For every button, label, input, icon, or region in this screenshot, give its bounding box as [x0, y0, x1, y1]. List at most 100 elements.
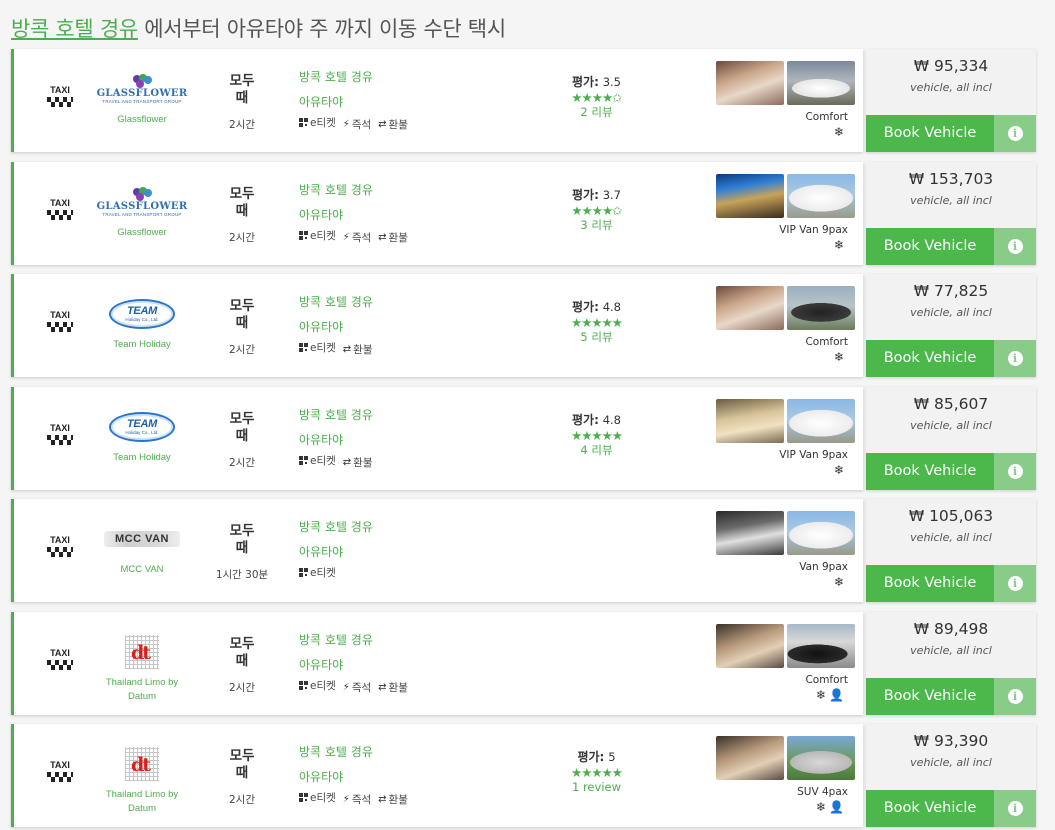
- logo-wordmark: dt: [131, 642, 151, 664]
- vehicle-exterior-photo[interactable]: [787, 286, 855, 330]
- reviews-link[interactable]: 2 리뷰: [554, 105, 639, 120]
- book-vehicle-button[interactable]: Book Vehicle: [866, 340, 994, 377]
- route-from[interactable]: 방콕 호텔 경유: [299, 515, 373, 540]
- company-name[interactable]: Glassflower: [94, 226, 190, 240]
- book-vehicle-button[interactable]: Book Vehicle: [866, 790, 994, 827]
- company-logo[interactable]: dt: [102, 744, 182, 784]
- book-vehicle-button[interactable]: Book Vehicle: [866, 565, 994, 602]
- book-vehicle-button[interactable]: Book Vehicle: [866, 678, 994, 715]
- route-to[interactable]: 아유타야: [299, 765, 373, 790]
- feature-refund: ⇄ 환불: [343, 342, 373, 357]
- route-from[interactable]: 방콕 호텔 경유: [299, 178, 373, 203]
- page-title: 방콕 호텔 경유 에서부터 아유타야 주 까지 이동 수단 택시: [11, 13, 506, 43]
- route-to[interactable]: 아유타야: [299, 540, 373, 565]
- route-from[interactable]: 방콕 호텔 경유: [299, 628, 373, 653]
- reviews-link[interactable]: 1 review: [554, 780, 639, 795]
- listing-card[interactable]: TAXI dt Thailand Limo by Datum 모두 때 2시간 방콕 호텔…: [11, 724, 863, 827]
- taxi-checker-pattern: [47, 547, 73, 557]
- info-button[interactable]: i: [994, 565, 1036, 602]
- route-from[interactable]: 방콕 호텔 경유: [299, 403, 373, 428]
- vehicle-interior-photo[interactable]: [716, 736, 784, 780]
- listing-card[interactable]: TAXI GLASSFLOWER TRAVEL AND TRANSPORT GROU…: [11, 49, 863, 152]
- feature-list: e티켓 ⚡ 즉석 ⇄ 환불: [299, 228, 415, 245]
- info-button[interactable]: i: [994, 453, 1036, 490]
- route-from[interactable]: 방콕 호텔 경유: [299, 740, 373, 765]
- taxi-label: TAXI: [50, 310, 70, 320]
- company-name[interactable]: MCC VAN: [94, 563, 190, 577]
- lightning-icon: ⚡: [342, 682, 350, 693]
- book-vehicle-button[interactable]: Book Vehicle: [866, 115, 994, 152]
- route-to[interactable]: 아유타야: [299, 90, 373, 115]
- route-to[interactable]: 아유타야: [299, 653, 373, 678]
- taxi-checker-pattern: [47, 322, 73, 332]
- feature-label: 즉석: [351, 119, 372, 131]
- feature-refund: ⇄ 환불: [378, 792, 408, 807]
- listing-card[interactable]: TAXI dt Thailand Limo by Datum 모두 때 2시간 방콕 호텔…: [11, 612, 863, 715]
- listing-card[interactable]: TAXI MCC VAN MCC VAN 모두 때 1시간 30분 방콕 호텔 경유 아유타…: [11, 499, 863, 602]
- vehicle-exterior-photo[interactable]: [787, 736, 855, 780]
- reviews-link[interactable]: 5 리뷰: [554, 330, 639, 345]
- company-name[interactable]: Team Holiday: [94, 338, 190, 352]
- listing-card[interactable]: TAXI TEAM Holiday Co., Ltd. Team Holiday 모두 …: [11, 387, 863, 490]
- route-to[interactable]: 아유타야: [299, 203, 373, 228]
- company-logo[interactable]: TEAM Holiday Co., Ltd.: [102, 407, 182, 447]
- logo-tagline: TRAVEL AND TRANSPORT GROUP: [102, 98, 182, 104]
- listing-row: TAXI dt Thailand Limo by Datum 모두 때 2시간 방콕 호텔…: [11, 612, 1036, 715]
- vehicle-exterior-photo[interactable]: [787, 399, 855, 443]
- info-icon: i: [1007, 239, 1023, 254]
- rating-line: 평가: 3.5: [554, 73, 639, 90]
- info-button[interactable]: i: [994, 678, 1036, 715]
- lightning-icon: ⚡: [342, 119, 350, 130]
- listing-row: TAXI TEAM Holiday Co., Ltd. Team Holiday 모두 …: [11, 274, 1036, 377]
- route-to[interactable]: 아유타야: [299, 315, 373, 340]
- origin-link[interactable]: 방콕 호텔 경유: [11, 17, 138, 41]
- listing-card[interactable]: TAXI GLASSFLOWER TRAVEL AND TRANSPORT GROU…: [11, 162, 863, 265]
- trip-duration: 2시간: [228, 119, 255, 131]
- vehicle-exterior-photo[interactable]: [787, 174, 855, 218]
- feature-refund: ⇄ 환불: [343, 455, 373, 470]
- vehicle-exterior-photo[interactable]: [787, 624, 855, 668]
- book-vehicle-button[interactable]: Book Vehicle: [866, 228, 994, 265]
- company-logo[interactable]: dt: [102, 632, 182, 672]
- reviews-link[interactable]: 4 리뷰: [554, 443, 639, 458]
- vehicle-type: VIP Van 9pax: [779, 449, 848, 461]
- trip-duration: 2시간: [228, 344, 255, 356]
- company-logo[interactable]: GLASSFLOWER TRAVEL AND TRANSPORT GROUP: [97, 69, 187, 109]
- company-name[interactable]: Glassflower: [94, 113, 190, 127]
- info-button[interactable]: i: [994, 115, 1036, 152]
- info-button[interactable]: i: [994, 228, 1036, 265]
- info-button[interactable]: i: [994, 340, 1036, 377]
- company-name[interactable]: Team Holiday: [94, 451, 190, 465]
- book-vehicle-button[interactable]: Book Vehicle: [866, 453, 994, 490]
- info-button[interactable]: i: [994, 790, 1036, 827]
- vehicle-interior-photo[interactable]: [716, 624, 784, 668]
- driver-icon: 👤: [829, 688, 844, 702]
- route-from[interactable]: 방콕 호텔 경유: [299, 290, 373, 315]
- taxi-checker-pattern: [47, 210, 73, 220]
- feature-instant: ⚡ 즉석: [343, 680, 371, 695]
- price-note: vehicle, all incl: [910, 419, 992, 432]
- company-name[interactable]: Thailand Limo by Datum: [94, 676, 190, 704]
- amenities: ❄ 👤: [714, 688, 844, 702]
- vehicle-interior-photo[interactable]: [716, 61, 784, 105]
- exchange-arrows-icon: ⇄: [378, 119, 387, 130]
- vehicle-interior-photo[interactable]: [716, 399, 784, 443]
- company-logo[interactable]: TEAM Holiday Co., Ltd.: [102, 294, 182, 334]
- company-logo[interactable]: MCC VAN: [102, 519, 182, 559]
- reviews-link[interactable]: 3 리뷰: [554, 218, 639, 233]
- vehicle-interior-photo[interactable]: [716, 286, 784, 330]
- company-logo[interactable]: GLASSFLOWER TRAVEL AND TRANSPORT GROUP: [97, 182, 187, 222]
- taxi-icon: TAXI: [44, 310, 76, 332]
- feature-eticket: e티켓: [299, 340, 336, 355]
- lightning-icon: ⚡: [342, 794, 350, 805]
- feature-refund: ⇄ 환불: [378, 230, 408, 245]
- vehicle-interior-photo[interactable]: [716, 511, 784, 555]
- route-to[interactable]: 아유타야: [299, 428, 373, 453]
- vehicle-exterior-photo[interactable]: [787, 511, 855, 555]
- route-from[interactable]: 방콕 호텔 경유: [299, 65, 373, 90]
- vehicle-exterior-photo[interactable]: [787, 61, 855, 105]
- price: ₩ 95,334: [913, 57, 989, 75]
- vehicle-interior-photo[interactable]: [716, 174, 784, 218]
- listing-card[interactable]: TAXI TEAM Holiday Co., Ltd. Team Holiday 모두 …: [11, 274, 863, 377]
- company-name[interactable]: Thailand Limo by Datum: [94, 788, 190, 816]
